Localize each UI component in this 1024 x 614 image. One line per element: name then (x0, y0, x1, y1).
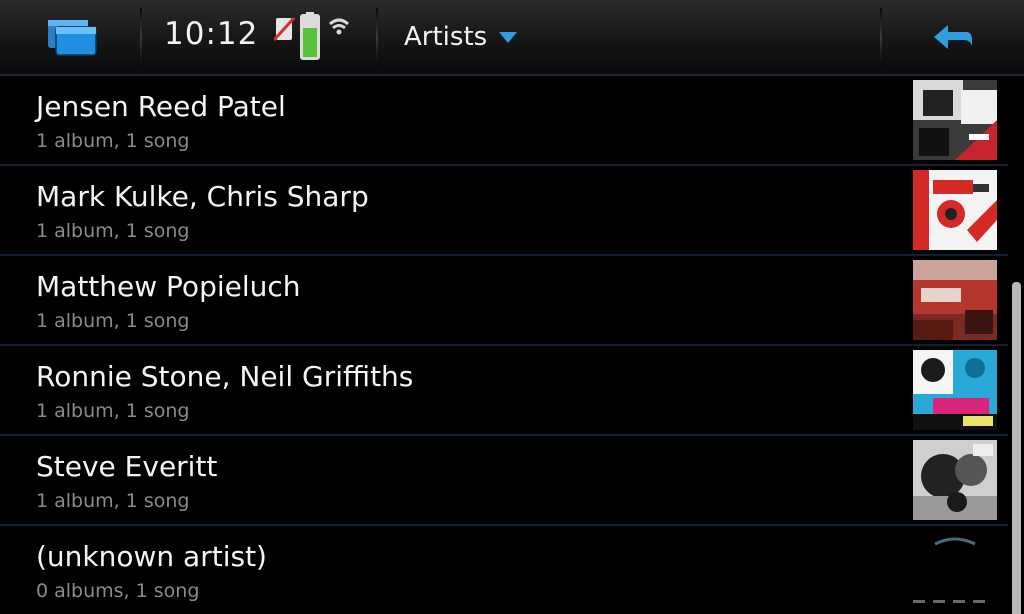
artist-details: 0 albums, 1 song (36, 580, 200, 602)
album-cover-image (913, 80, 997, 160)
list-scrollbar[interactable] (1012, 282, 1021, 614)
artist-row[interactable]: (unknown artist) 0 albums, 1 song (0, 526, 1008, 614)
artist-row[interactable]: Jensen Reed Patel 1 album, 1 song (0, 76, 1008, 166)
artist-details: 1 album, 1 song (36, 220, 190, 242)
clock-time: 10:12 (164, 16, 259, 52)
album-cover-image (913, 440, 997, 520)
view-menu-dropdown[interactable]: Artists (390, 12, 518, 62)
album-cover-image (913, 260, 997, 340)
artist-row[interactable]: Steve Everitt 1 album, 1 song (0, 436, 1008, 526)
top-bar: 10:12 Artists (0, 0, 1024, 76)
artist-row[interactable]: Mark Kulke, Chris Sharp 1 album, 1 song (0, 166, 1008, 256)
back-arrow-icon[interactable] (920, 14, 980, 60)
toolbar-divider (880, 8, 882, 66)
toolbar-divider (376, 8, 378, 66)
artist-name: Matthew Popieluch (36, 270, 301, 303)
album-placeholder-icon (913, 530, 997, 610)
artist-details: 1 album, 1 song (36, 130, 190, 152)
toolbar-divider (140, 8, 142, 66)
artist-name: Mark Kulke, Chris Sharp (36, 180, 369, 213)
dropdown-arrow-icon (499, 31, 518, 43)
artist-row[interactable]: Matthew Popieluch 1 album, 1 song (0, 256, 1008, 346)
artist-details: 1 album, 1 song (36, 400, 190, 422)
artist-details: 1 album, 1 song (36, 310, 190, 332)
view-menu-label: Artists (404, 22, 488, 52)
artist-list: Jensen Reed Patel 1 album, 1 song Mark K… (0, 76, 1008, 614)
artist-row[interactable]: Ronnie Stone, Neil Griffiths 1 album, 1 … (0, 346, 1008, 436)
artist-name: (unknown artist) (36, 540, 267, 573)
album-cover-image (913, 350, 997, 430)
status-indicators (272, 12, 354, 64)
artist-details: 1 album, 1 song (36, 490, 190, 512)
sim-card-icon (272, 16, 296, 42)
wifi-icon (329, 18, 349, 35)
task-switcher-icon[interactable] (36, 14, 106, 60)
album-cover-image (913, 170, 997, 250)
artist-name: Ronnie Stone, Neil Griffiths (36, 360, 414, 393)
battery-icon (300, 12, 320, 60)
artist-name: Jensen Reed Patel (36, 90, 286, 123)
artist-name: Steve Everitt (36, 450, 218, 483)
